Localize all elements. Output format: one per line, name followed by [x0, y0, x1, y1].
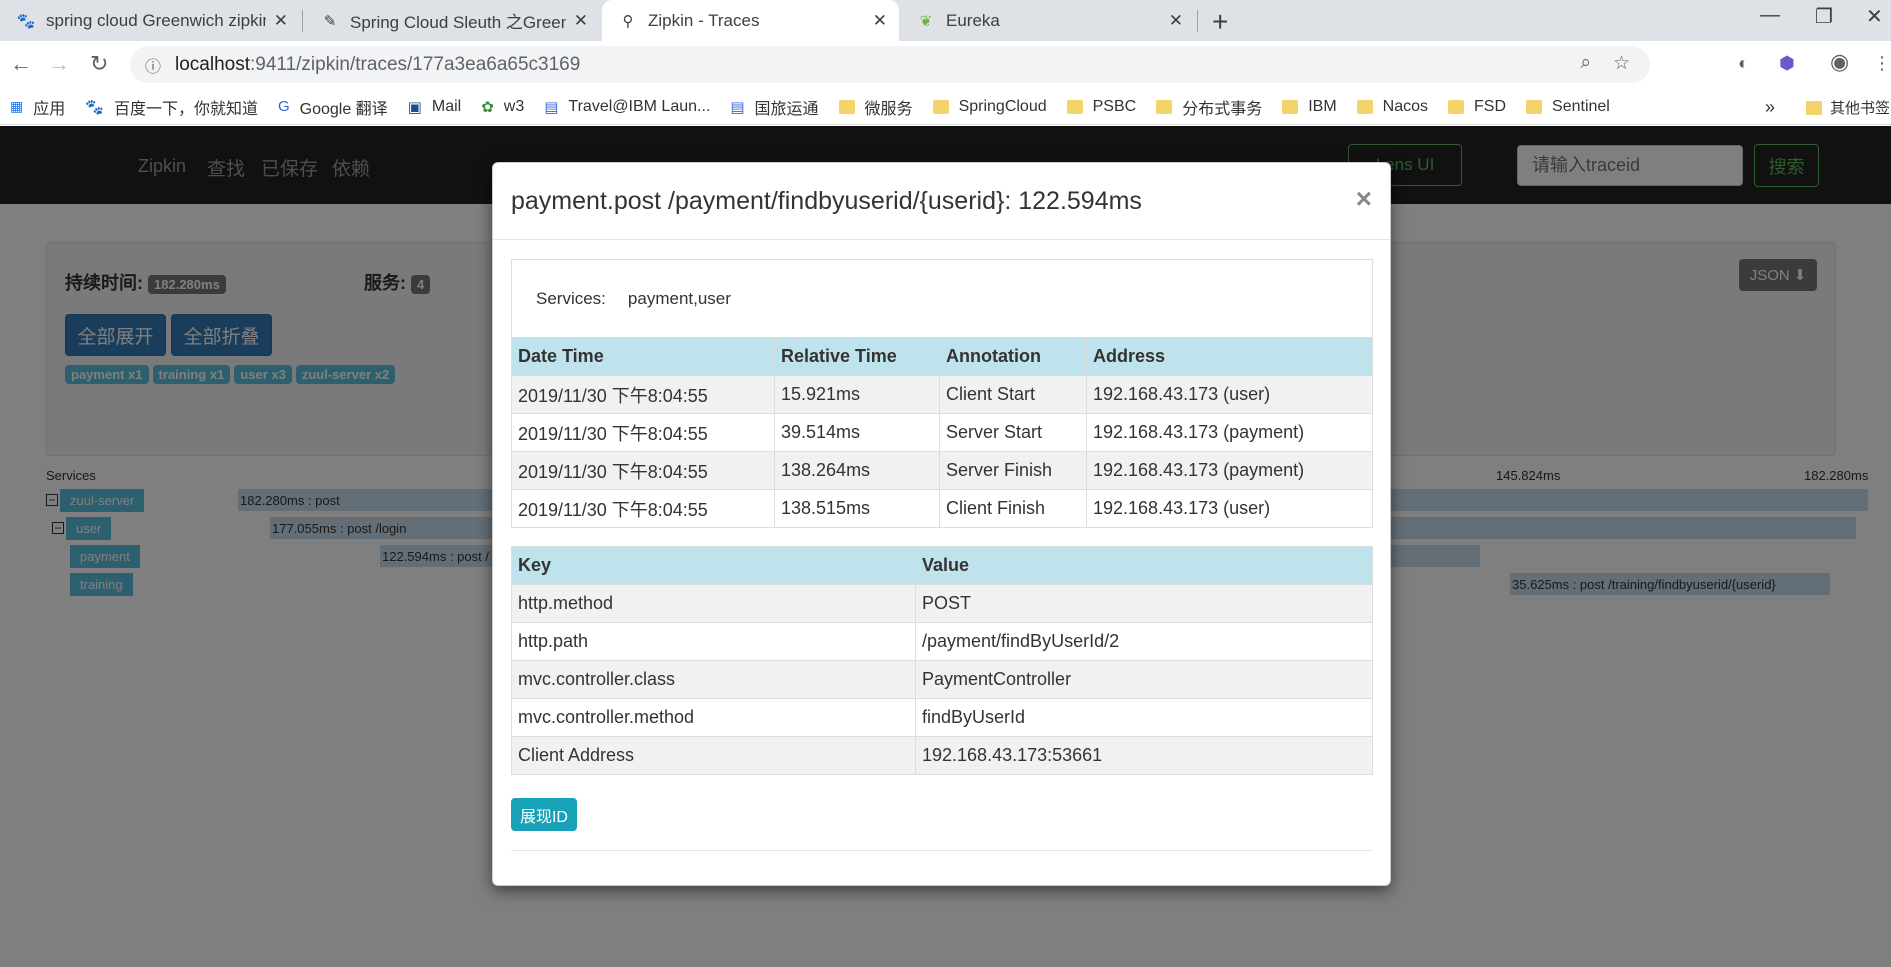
extension-r-icon[interactable]: ⬢	[1779, 53, 1795, 74]
folder-icon	[1526, 99, 1543, 114]
folder-icon	[1448, 99, 1465, 114]
back-icon[interactable]: ←	[10, 51, 32, 77]
services-value: payment,user	[627, 288, 731, 308]
modal-title: payment.post /payment/findbyuserid/{user…	[511, 187, 1142, 215]
table-row: mvc.controller.method findByUserId	[511, 698, 1373, 737]
paw-icon: 🐾	[16, 12, 36, 30]
bookmark-guolv[interactable]: ▤ 国旅运通	[730, 95, 818, 119]
table-row: http.path /payment/findByUserId/2	[511, 622, 1373, 661]
bookmark-travel[interactable]: ▤ Travel@IBM Laun...	[544, 98, 710, 116]
tab-sleuth[interactable]: ✎ Spring Cloud Sleuth 之Greenw ✕	[304, 0, 600, 41]
modal-header: payment.post /payment/findbyuserid/{user…	[493, 163, 1390, 240]
bookmark-folder-nacos[interactable]: Nacos	[1356, 98, 1428, 116]
close-icon[interactable]: ✕	[574, 11, 588, 31]
column-header: Annotation	[939, 337, 1087, 376]
modal-footer-divider	[511, 850, 1373, 851]
bookmark-folder-psbc[interactable]: PSBC	[1066, 98, 1136, 116]
table-row: 2019/11/30 下午8:04:55 39.514ms Server Sta…	[511, 413, 1373, 452]
document-icon: ▤	[544, 98, 559, 116]
browser-toolbar: ← → ↻ ⓘ localhost:9411/zipkin/traces/177…	[0, 41, 1891, 89]
window-close-icon[interactable]: ✕	[1866, 4, 1883, 29]
column-header: Relative Time	[774, 337, 940, 376]
translate-icon: G	[277, 98, 290, 115]
column-header: Value	[915, 546, 1373, 585]
bookmark-w3[interactable]: ✿ w3	[481, 98, 524, 116]
folder-icon	[1806, 100, 1822, 115]
sleuth-icon: ✎	[323, 12, 337, 30]
bookmark-mail[interactable]: ▣ Mail	[408, 98, 462, 116]
chevron-more-icon[interactable]: »	[1765, 97, 1775, 118]
table-row: 2019/11/30 下午8:04:55 138.264ms Server Fi…	[511, 451, 1373, 490]
span-detail-modal: payment.post /payment/findbyuserid/{user…	[492, 162, 1391, 886]
w3-icon: ✿	[481, 98, 494, 116]
bookmark-folder-ibm[interactable]: IBM	[1282, 98, 1337, 116]
show-id-button[interactable]: 展现ID	[511, 798, 577, 831]
bookmark-apps[interactable]: ▦ 应用	[10, 95, 65, 119]
folder-icon	[1356, 99, 1373, 114]
tab-separator	[1197, 10, 1198, 32]
table-row: 2019/11/30 下午8:04:55 138.515ms Client Fi…	[511, 489, 1373, 528]
new-tab-icon[interactable]: +	[1212, 6, 1228, 38]
close-icon[interactable]: ✕	[274, 11, 288, 31]
bookmark-folder-fsd[interactable]: FSD	[1448, 98, 1506, 116]
tab-baidu[interactable]: 🐾 spring cloud Greenwich zipkin ✕	[0, 0, 300, 41]
tab-zipkin[interactable]: ⚲ Zipkin - Traces ✕	[602, 0, 899, 41]
column-header: Date Time	[511, 337, 775, 376]
leaf-icon: ❦	[919, 12, 933, 30]
table-row: Client Address 192.168.43.173:53661	[511, 736, 1373, 775]
bookmark-google-translate[interactable]: G Google 翻译	[278, 95, 388, 119]
document-icon: ▤	[730, 98, 745, 116]
close-icon[interactable]: ×	[1356, 183, 1372, 215]
forward-icon[interactable]: →	[48, 51, 70, 77]
bookmark-other[interactable]: 其他书签	[1806, 97, 1890, 118]
zoom-icon[interactable]: ⌕	[1580, 52, 1591, 75]
column-header: Address	[1086, 337, 1373, 376]
close-icon[interactable]: ✕	[873, 11, 887, 31]
bookmark-baidu[interactable]: 🐾 百度一下，你就知道	[85, 95, 258, 119]
bookmark-folder-transaction[interactable]: 分布式事务	[1156, 95, 1262, 119]
paw-icon: 🐾	[85, 98, 104, 116]
table-row: mvc.controller.class PaymentController	[511, 660, 1373, 699]
tab-separator	[302, 10, 303, 32]
bookmarks-bar: ▦ 应用 🐾 百度一下，你就知道 G Google 翻译 ▣ Mail ✿ w3 ▤ Tra…	[0, 89, 1891, 125]
menu-icon[interactable]: ⋮	[1873, 53, 1891, 74]
browser-tab-strip: 🐾 spring cloud Greenwich zipkin ✕ ✎ Spri…	[0, 0, 1891, 41]
mail-icon: ▣	[407, 98, 422, 116]
folder-icon	[838, 99, 855, 114]
star-icon[interactable]: ☆	[1613, 52, 1630, 75]
apps-grid-icon: ▦	[10, 98, 24, 114]
services-panel: Services: payment,user	[511, 259, 1373, 337]
info-icon[interactable]: ⓘ	[145, 53, 165, 77]
tab-eureka[interactable]: ❦ Eureka ✕	[900, 0, 1195, 41]
bookmark-folder-sentinel[interactable]: Sentinel	[1526, 98, 1610, 116]
tags-table: Key Value http.method POST http.path /pa…	[511, 546, 1373, 775]
table-row: 2019/11/30 下午8:04:55 15.921ms Client Sta…	[511, 375, 1373, 414]
folder-icon	[1066, 99, 1083, 114]
folder-icon	[932, 99, 949, 114]
zipkin-icon: ⚲	[622, 12, 634, 30]
address-bar[interactable]: ⓘ localhost:9411/zipkin/traces/177a3ea6a…	[130, 46, 1650, 83]
folder-icon	[1282, 99, 1299, 114]
bookmark-folder-microservice[interactable]: 微服务	[838, 95, 913, 119]
restore-icon[interactable]: ❐	[1815, 4, 1833, 29]
table-row: http.method POST	[511, 584, 1373, 623]
minimize-icon[interactable]: —	[1760, 4, 1780, 27]
folder-icon	[1156, 99, 1173, 114]
column-header: Key	[511, 546, 916, 585]
annotations-table: Date Time Relative Time Annotation Addre…	[511, 337, 1373, 528]
extension-icon[interactable]: ◐	[1738, 53, 1749, 74]
profile-icon[interactable]: ◉	[1830, 49, 1849, 75]
close-icon[interactable]: ✕	[1169, 11, 1183, 31]
bookmark-folder-springcloud[interactable]: SpringCloud	[932, 98, 1047, 116]
reload-icon[interactable]: ↻	[90, 51, 108, 77]
